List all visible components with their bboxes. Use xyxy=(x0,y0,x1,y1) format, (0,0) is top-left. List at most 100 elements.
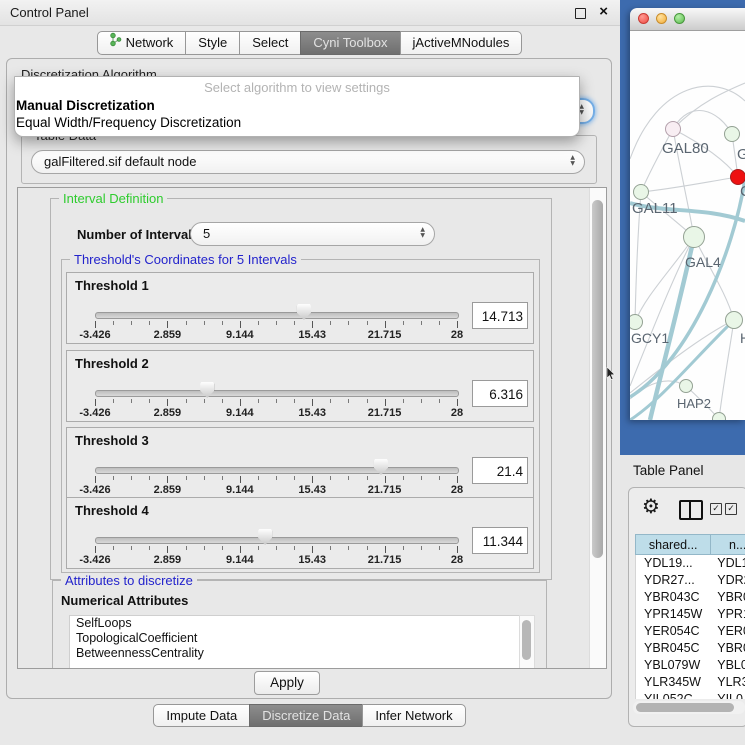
name-cell[interactable]: YLR3 xyxy=(711,674,745,691)
close-traffic-light-icon[interactable] xyxy=(638,13,649,24)
shared-name-cell[interactable]: YDL19... xyxy=(636,555,711,572)
threshold-3-value-field[interactable]: 21.4 xyxy=(472,457,528,484)
threshold-4-value-field[interactable]: 11.344 xyxy=(472,527,528,554)
network-canvas[interactable]: GAL80 GA C GAL11 GAL4 GCY1 H HAP2 xyxy=(630,31,745,420)
column-header-name[interactable]: n... xyxy=(710,534,745,555)
popup-option-equal-width-frequency[interactable]: Equal Width/Frequency Discretization xyxy=(16,114,579,131)
name-cell[interactable]: YBR0 xyxy=(711,589,745,606)
table-row[interactable]: YBL079WYBL0 xyxy=(636,657,745,674)
tick-mark xyxy=(240,476,241,483)
threshold-1-slider[interactable] xyxy=(95,312,459,319)
tick-mark xyxy=(330,546,331,550)
attributes-list-scrollbar[interactable] xyxy=(519,615,535,669)
table-data-select[interactable]: galFiltered.sif default node ▲▼ xyxy=(31,150,585,174)
slider-scale-labels: -3.4262.8599.14415.4321.71528 xyxy=(95,554,457,566)
name-cell[interactable]: YBL0 xyxy=(711,657,745,674)
shared-name-cell[interactable]: YIL052C xyxy=(636,691,711,699)
node-hap2[interactable] xyxy=(679,379,693,393)
table-row[interactable]: YER054CYER0 xyxy=(636,623,745,640)
name-cell[interactable]: YBR0 xyxy=(711,640,745,657)
tick-mark xyxy=(240,546,241,553)
popup-option-manual-discretization[interactable]: Manual Discretization xyxy=(16,97,579,114)
gear-icon[interactable]: ⚙ xyxy=(642,494,660,518)
tab-impute-data[interactable]: Impute Data xyxy=(153,704,250,727)
tab-infer-network[interactable]: Infer Network xyxy=(362,704,465,727)
table-scrollbar-thumb[interactable] xyxy=(636,703,734,712)
name-cell[interactable]: YER0 xyxy=(711,623,745,640)
shared-name-cell[interactable]: YBR043C xyxy=(636,589,711,606)
settings-scrollbar-thumb[interactable] xyxy=(592,200,603,558)
tick-mark xyxy=(276,399,277,403)
table-panel-title: Table Panel xyxy=(633,463,704,478)
name-cell[interactable]: YDR2 xyxy=(711,572,745,589)
table-data-selected-value: galFiltered.sif default node xyxy=(44,154,196,169)
table-row[interactable]: YPR145WYPR1 xyxy=(636,606,745,623)
node-gal11[interactable] xyxy=(633,184,649,200)
shared-name-cell[interactable]: YPR145W xyxy=(636,606,711,623)
table-row[interactable]: YDL19...YDL1 xyxy=(636,555,745,572)
shared-name-cell[interactable]: YDR27... xyxy=(636,572,711,589)
tab-label: Network xyxy=(126,32,174,54)
numerical-attributes-list[interactable]: SelfLoopsTopologicalCoefficientBetweenne… xyxy=(69,615,521,669)
tab-style[interactable]: Style xyxy=(185,31,240,55)
checkbox-select-all-icon[interactable]: ✓ xyxy=(725,503,737,515)
tick-mark xyxy=(222,546,223,550)
top-tab-bar: Network Style Select Cyni Toolbox jActiv… xyxy=(0,31,620,55)
node-gal4[interactable] xyxy=(683,226,705,248)
attributes-scrollbar-thumb[interactable] xyxy=(522,620,531,660)
threshold-1-value-field[interactable]: 14.713 xyxy=(472,302,528,329)
table-row[interactable]: YBR045CYBR0 xyxy=(636,640,745,657)
tick-label: 21.715 xyxy=(368,407,402,419)
tick-label: -3.426 xyxy=(79,484,110,496)
name-cell[interactable]: YDL1 xyxy=(711,555,745,572)
attribute-list-item[interactable]: SelfLoops xyxy=(70,616,520,631)
thresholds-group-title: Threshold's Coordinates for 5 Intervals xyxy=(70,252,301,267)
number-of-intervals-select[interactable]: 5 ▲▼ xyxy=(190,222,435,246)
table-row[interactable]: YDR27...YDR2 xyxy=(636,572,745,589)
node-gal80[interactable] xyxy=(665,121,681,137)
minimize-traffic-light-icon[interactable] xyxy=(656,13,667,24)
table-data-group: Table Data galFiltered.sif default node … xyxy=(21,135,597,184)
table-horizontal-scrollbar[interactable] xyxy=(633,701,745,714)
node-bottom[interactable] xyxy=(712,412,726,420)
zoom-traffic-light-icon[interactable] xyxy=(674,13,685,24)
tab-discretize-data[interactable]: Discretize Data xyxy=(249,704,363,727)
tab-network[interactable]: Network xyxy=(97,31,187,55)
tab-select[interactable]: Select xyxy=(239,31,301,55)
name-cell[interactable]: YPR1 xyxy=(711,606,745,623)
table-row[interactable]: YLR345WYLR3 xyxy=(636,674,745,691)
tick-mark xyxy=(439,399,440,403)
tab-jactivemnodules[interactable]: jActiveMNodules xyxy=(400,31,523,55)
threshold-2-slider[interactable] xyxy=(95,390,459,397)
control-panel-titlebar: Control Panel × xyxy=(0,0,620,26)
attribute-list-item[interactable]: BetweennessCentrality xyxy=(70,646,520,661)
threshold-3-label: Threshold 3 xyxy=(75,433,149,448)
tick-mark xyxy=(439,476,440,480)
column-header-shared-name[interactable]: shared... xyxy=(635,534,711,555)
float-window-icon[interactable] xyxy=(575,8,586,19)
columns-icon[interactable] xyxy=(679,500,703,520)
table-row[interactable]: YIL052CYIL0 xyxy=(636,691,745,699)
tab-cyni-toolbox[interactable]: Cyni Toolbox xyxy=(300,31,400,55)
checkbox-select-icon[interactable]: ✓ xyxy=(710,503,722,515)
shared-name-cell[interactable]: YER054C xyxy=(636,623,711,640)
shared-name-cell[interactable]: YLR345W xyxy=(636,674,711,691)
tick-mark xyxy=(95,546,96,553)
node-top-right[interactable] xyxy=(724,126,740,142)
shared-name-cell[interactable]: YBL079W xyxy=(636,657,711,674)
shared-name-cell[interactable]: YBR045C xyxy=(636,640,711,657)
settings-vertical-scrollbar[interactable] xyxy=(589,188,606,668)
table-row[interactable]: YBR043CYBR0 xyxy=(636,589,745,606)
tick-mark xyxy=(457,476,458,483)
tick-mark xyxy=(385,476,386,483)
attribute-list-item[interactable]: TopologicalCoefficient xyxy=(70,631,520,646)
threshold-4-slider[interactable] xyxy=(95,537,459,544)
threshold-2-value-field[interactable]: 6.316 xyxy=(472,380,528,407)
name-cell[interactable]: YIL0 xyxy=(711,691,745,699)
tick-mark xyxy=(204,321,205,325)
threshold-3-slider[interactable] xyxy=(95,467,459,474)
close-icon[interactable]: × xyxy=(599,4,608,19)
node-h[interactable] xyxy=(725,311,743,329)
network-window-titlebar[interactable] xyxy=(630,8,745,31)
apply-button[interactable]: Apply xyxy=(254,671,320,695)
